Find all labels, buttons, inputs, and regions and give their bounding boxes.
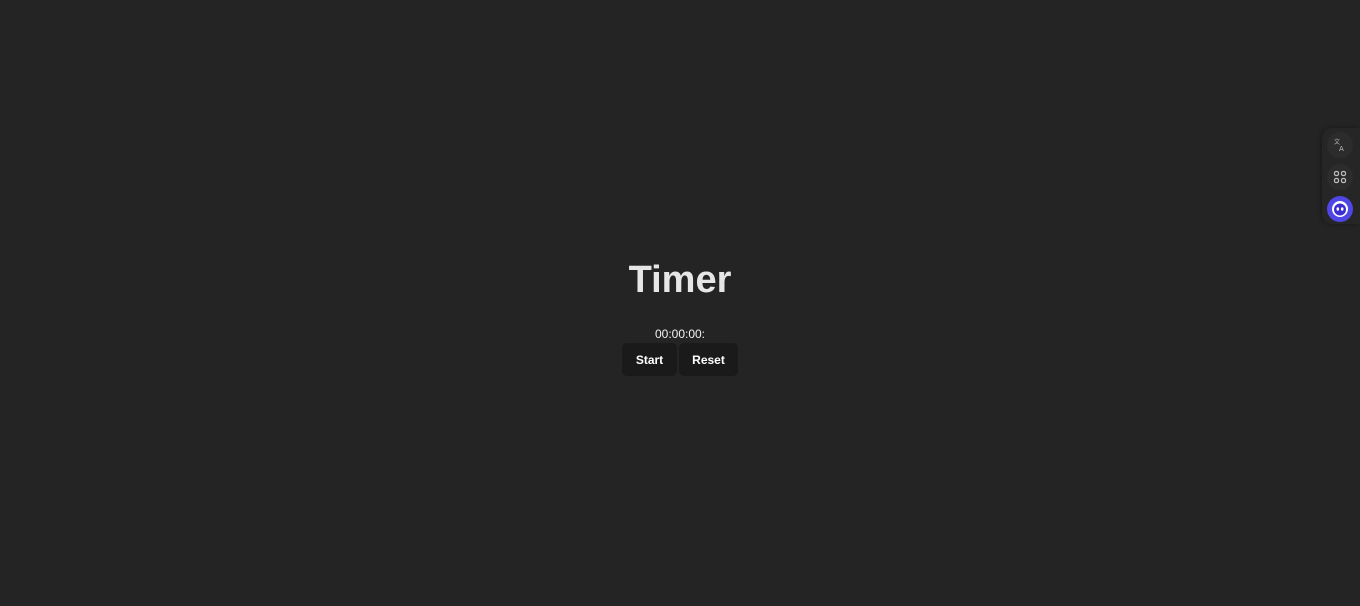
svg-text:A: A <box>1339 145 1344 152</box>
page: Timer 00:00:00: Start Reset 文 A <box>0 0 1360 606</box>
side-dock: 文 A <box>1322 128 1360 224</box>
start-button[interactable]: Start <box>622 343 677 376</box>
apps-button[interactable] <box>1327 164 1353 190</box>
translate-button[interactable]: 文 A <box>1327 132 1353 158</box>
apps-grid-icon <box>1333 170 1347 184</box>
assistant-button[interactable] <box>1327 196 1353 222</box>
translate-icon: 文 A <box>1333 138 1347 152</box>
timer-readout: 00:00:00: <box>654 327 706 341</box>
assistant-avatar-icon <box>1331 200 1349 218</box>
reset-button[interactable]: Reset <box>679 343 738 376</box>
timer-controls: Start Reset <box>622 343 738 376</box>
page-title: Timer <box>628 259 732 301</box>
